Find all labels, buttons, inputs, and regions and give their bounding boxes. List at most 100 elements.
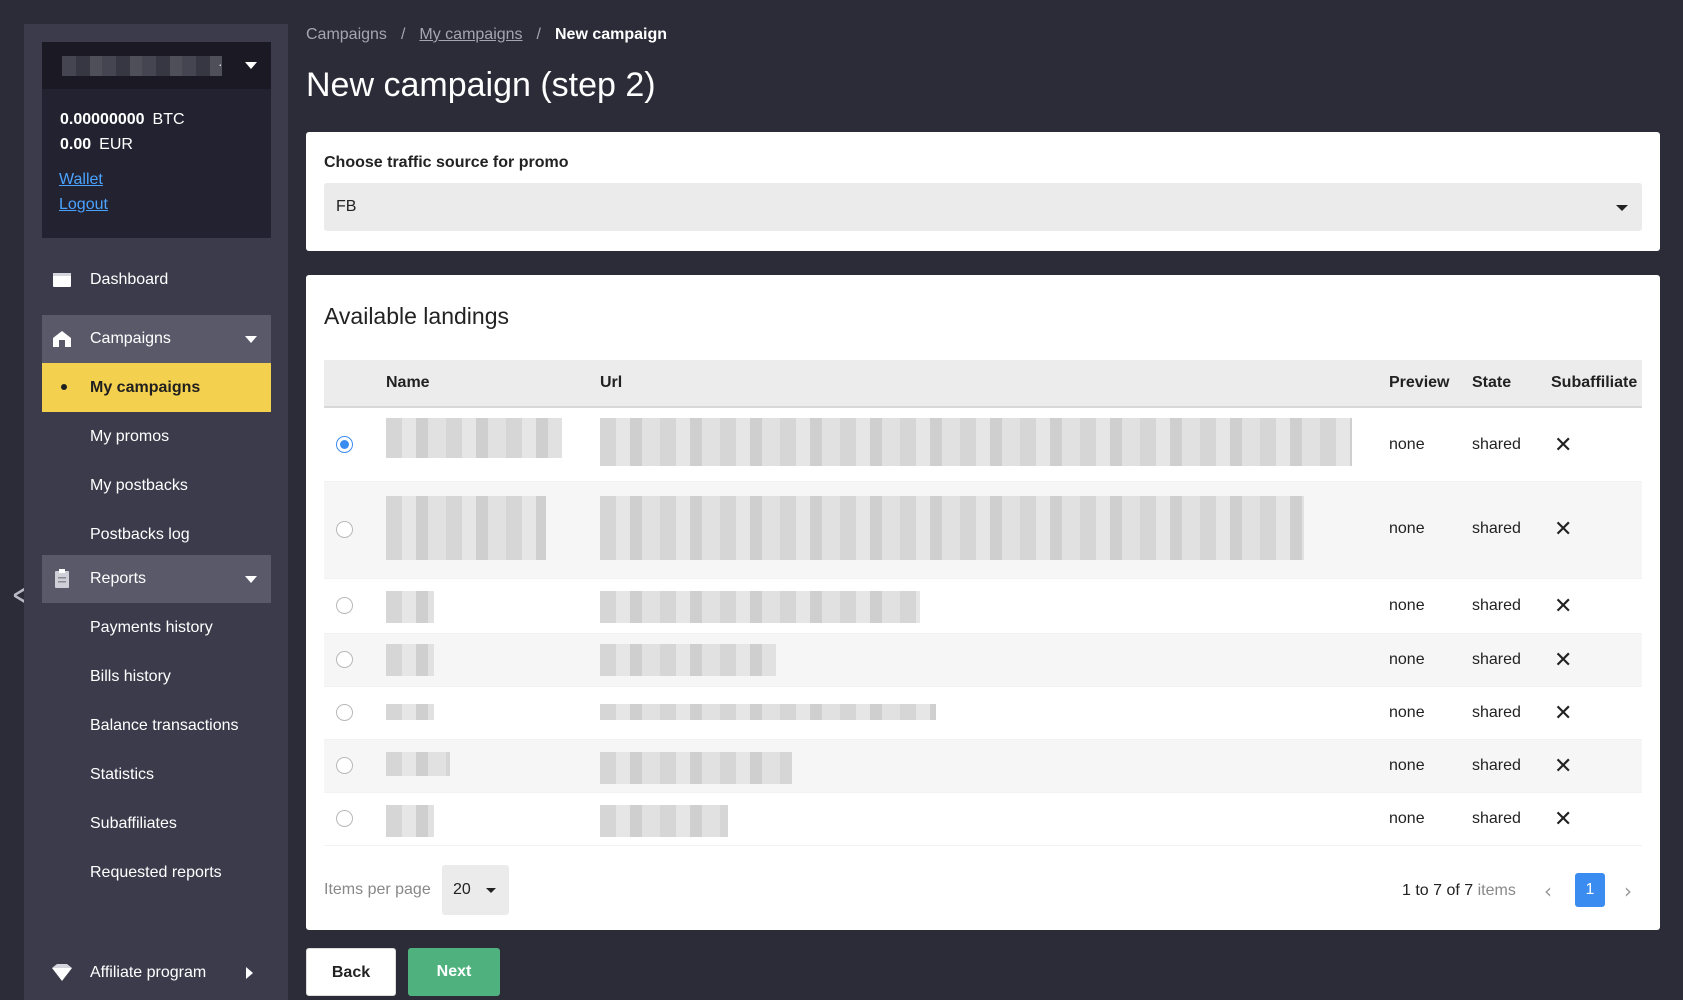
campaigns-nav-group: Campaigns My campaigns My promos My post… bbox=[42, 315, 271, 559]
close-icon: ✕ bbox=[1554, 648, 1573, 673]
close-icon: ✕ bbox=[1554, 594, 1573, 619]
sidebar-item-statistics[interactable]: Statistics bbox=[42, 750, 271, 799]
sidebar-item-payments-history[interactable]: Payments history bbox=[42, 603, 271, 652]
sidebar-item-my-postbacks[interactable]: My postbacks bbox=[42, 461, 271, 510]
landing-url-redacted bbox=[600, 418, 1352, 466]
state-value: shared bbox=[1472, 704, 1521, 721]
landing-url-redacted bbox=[600, 496, 1304, 560]
preview-value: none bbox=[1389, 651, 1425, 668]
column-header-url[interactable]: Url bbox=[600, 374, 622, 392]
page-button-current[interactable]: 1 bbox=[1575, 873, 1605, 907]
close-icon: ✕ bbox=[1554, 517, 1573, 542]
pagination: Items per page 20 1 to 7 of 7 items ‹ 1 … bbox=[324, 865, 1642, 915]
pagination-range: 1 to 7 of 7 items bbox=[1402, 882, 1516, 900]
close-icon: ✕ bbox=[1554, 754, 1573, 779]
next-button[interactable]: Next bbox=[408, 948, 500, 996]
sidebar-item-label: Bills history bbox=[90, 667, 171, 685]
row-select-radio[interactable] bbox=[336, 704, 353, 721]
preview-value: none bbox=[1389, 704, 1425, 721]
balance-eur: 0.00 bbox=[60, 136, 92, 153]
state-value: shared bbox=[1472, 757, 1521, 774]
table-row[interactable]: none shared ✕ bbox=[324, 793, 1642, 846]
affiliate-nav-group: Affiliate program bbox=[42, 949, 271, 997]
preview-value: none bbox=[1389, 436, 1425, 453]
account-switcher[interactable]: · bbox=[42, 42, 271, 89]
table-row[interactable]: none shared ✕ bbox=[324, 634, 1642, 687]
sidebar-item-label: Reports bbox=[90, 570, 147, 587]
range-text: 1 to 7 of 7 bbox=[1402, 882, 1474, 899]
row-select-radio[interactable] bbox=[336, 436, 353, 453]
sidebar-item-my-campaigns[interactable]: My campaigns bbox=[42, 363, 271, 412]
sidebar-item-requested-reports[interactable]: Requested reports bbox=[42, 848, 271, 897]
landing-name-redacted bbox=[386, 591, 434, 623]
row-select-radio[interactable] bbox=[336, 757, 353, 774]
chevron-right-icon[interactable]: › bbox=[1624, 879, 1632, 903]
landing-name-redacted bbox=[386, 644, 434, 676]
sidebar-item-label: My campaigns bbox=[90, 378, 201, 396]
landing-name-redacted bbox=[386, 704, 434, 720]
clipboard-icon bbox=[55, 569, 69, 588]
landing-name-redacted bbox=[386, 496, 546, 560]
traffic-source-card: Choose traffic source for promo FB bbox=[306, 132, 1660, 251]
column-header-subaffiliate[interactable]: Subaffiliate bbox=[1551, 374, 1637, 392]
breadcrumb-separator: / bbox=[536, 26, 541, 43]
breadcrumb-my-campaigns-link[interactable]: My campaigns bbox=[419, 26, 522, 43]
logout-link[interactable]: Logout bbox=[59, 192, 254, 217]
landing-name-redacted bbox=[386, 418, 562, 458]
page-title: New campaign (step 2) bbox=[306, 66, 656, 104]
items-per-page-value: 20 bbox=[453, 881, 471, 898]
back-button[interactable]: Back bbox=[306, 948, 396, 996]
row-select-radio[interactable] bbox=[336, 521, 353, 538]
sidebar-item-bills-history[interactable]: Bills history bbox=[42, 652, 271, 701]
close-icon: ✕ bbox=[1554, 807, 1573, 832]
balance-btc: 0.00000000 bbox=[60, 111, 145, 128]
sidebar-item-my-promos[interactable]: My promos bbox=[42, 412, 271, 461]
table-row[interactable]: none shared ✕ bbox=[324, 740, 1642, 793]
landing-url-redacted bbox=[600, 644, 776, 676]
column-header-preview[interactable]: Preview bbox=[1389, 374, 1449, 392]
table-row[interactable]: none shared ✕ bbox=[324, 687, 1642, 740]
active-bullet-icon bbox=[61, 384, 67, 390]
row-select-radio[interactable] bbox=[336, 651, 353, 668]
sidebar-item-label: Statistics bbox=[90, 765, 155, 783]
chevron-down-icon bbox=[486, 888, 496, 893]
preview-value: none bbox=[1389, 810, 1425, 827]
breadcrumb-separator: / bbox=[400, 26, 406, 43]
sidebar-item-label: Affiliate program bbox=[90, 964, 207, 981]
table-row[interactable]: none shared ✕ bbox=[324, 482, 1642, 579]
items-per-page-select[interactable]: 20 bbox=[442, 865, 509, 915]
landing-url-redacted bbox=[600, 704, 936, 720]
chevron-down-icon[interactable] bbox=[245, 62, 257, 69]
sidebar-item-dashboard[interactable]: Dashboard bbox=[42, 256, 271, 304]
column-header-state[interactable]: State bbox=[1472, 374, 1511, 392]
row-select-radio[interactable] bbox=[336, 810, 353, 827]
sidebar-item-balance-transactions[interactable]: Balance transactions bbox=[42, 701, 271, 750]
dashboard-icon bbox=[53, 273, 71, 287]
sidebar-item-campaigns[interactable]: Campaigns bbox=[42, 315, 271, 363]
breadcrumb-current: New campaign bbox=[555, 26, 668, 43]
main-nav: Dashboard bbox=[42, 256, 271, 304]
chevron-left-icon[interactable]: ‹ bbox=[1544, 879, 1552, 903]
row-select-radio[interactable] bbox=[336, 597, 353, 614]
sidebar-item-reports[interactable]: Reports bbox=[42, 555, 271, 603]
sidebar-item-postbacks-log[interactable]: Postbacks log bbox=[42, 510, 271, 559]
available-landings-card: Available landings Name Url Preview Stat… bbox=[306, 275, 1660, 930]
traffic-source-select[interactable]: FB bbox=[324, 183, 1642, 231]
sidebar-item-subaffiliates[interactable]: Subaffiliates bbox=[42, 799, 271, 848]
close-icon: ✕ bbox=[1554, 433, 1573, 458]
sidebar-item-label: Requested reports bbox=[90, 863, 222, 881]
landing-name-redacted bbox=[386, 805, 434, 837]
sidebar-item-affiliate-program[interactable]: Affiliate program bbox=[42, 949, 271, 997]
table-row[interactable]: none shared ✕ bbox=[324, 408, 1642, 482]
reports-nav-group: Reports Payments history Bills history B… bbox=[42, 555, 271, 897]
table-row[interactable]: none shared ✕ bbox=[324, 579, 1642, 634]
state-value: shared bbox=[1472, 651, 1521, 668]
column-header-name[interactable]: Name bbox=[386, 374, 430, 392]
account-panel: · 0.00000000 BTC 0.00 EUR Wallet Logout bbox=[42, 42, 271, 238]
landings-table: Name Url Preview State Subaffiliate none… bbox=[324, 360, 1642, 846]
state-value: shared bbox=[1472, 520, 1521, 537]
preview-value: none bbox=[1389, 520, 1425, 537]
landing-url-redacted bbox=[600, 805, 728, 837]
landing-url-redacted bbox=[600, 591, 920, 623]
wallet-link[interactable]: Wallet bbox=[59, 167, 254, 192]
